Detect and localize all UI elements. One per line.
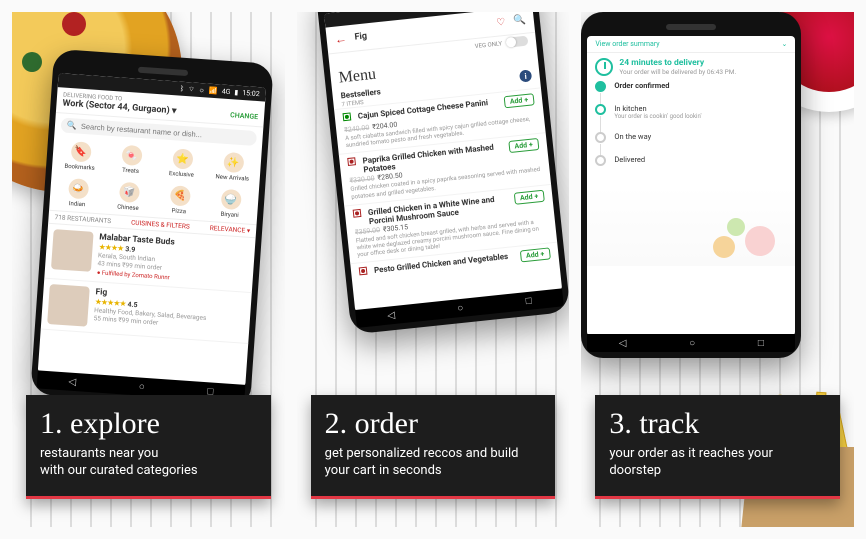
caption-card: 3. track your order as it reaches your d… xyxy=(595,395,840,499)
step-label: Order confirmed xyxy=(614,81,669,90)
biryani-icon: 🍚 xyxy=(220,189,241,210)
exclusive-icon: ⭐ xyxy=(172,148,193,169)
nonveg-icon xyxy=(358,267,367,276)
nav-home-icon[interactable]: ○ xyxy=(689,338,695,349)
network-label: 4G xyxy=(221,88,230,97)
caption-title: 2. order xyxy=(325,407,542,441)
cat-pizza[interactable]: 🍕Pizza xyxy=(159,184,201,216)
phone-speaker xyxy=(138,67,188,76)
add-button[interactable]: Add + xyxy=(513,189,544,204)
bookmark-icon: 🔖 xyxy=(70,141,91,162)
timeline-step: On the way xyxy=(595,132,787,155)
wifi-icon: ⌔ xyxy=(188,85,195,94)
timeline-step: Order confirmed xyxy=(595,81,787,104)
nav-recent-icon[interactable]: □ xyxy=(758,338,764,349)
cat-new[interactable]: ✨New Arrivals xyxy=(212,151,254,183)
caption-card: 2. order get personalized reccos and bui… xyxy=(311,395,556,499)
pizza-icon: 🍕 xyxy=(169,185,190,206)
search-icon: 🔍 xyxy=(67,121,78,131)
timeline-node-icon xyxy=(595,155,606,166)
panel-track: View order summary ⌄ 24 minutes to deliv… xyxy=(581,12,854,527)
cat-biryani[interactable]: 🍚Biryani xyxy=(209,188,251,220)
veg-only-label: VEG ONLY xyxy=(474,40,502,50)
clock-label: 15:02 xyxy=(242,89,260,98)
signal-icon: 📶 xyxy=(209,87,218,96)
nav-back-icon[interactable]: ◁ xyxy=(386,309,395,321)
veg-only-toggle[interactable] xyxy=(505,36,528,48)
bluetooth-icon: ᛒ xyxy=(180,85,185,93)
nonveg-icon xyxy=(347,158,356,167)
phone-speaker xyxy=(666,24,716,30)
add-button[interactable]: Add + xyxy=(508,138,539,153)
caption-body: get personalized reccos and build your c… xyxy=(325,445,542,480)
eta-row: 24 minutes to delivery Your order will b… xyxy=(587,53,795,81)
timeline-step: Delivered xyxy=(595,155,787,178)
search-icon[interactable]: 🔍 xyxy=(512,14,526,26)
step-sub: Your order is cookin' good lookin' xyxy=(614,113,701,120)
android-navbar: ◁ ○ □ xyxy=(587,334,795,352)
change-address-button[interactable]: CHANGE xyxy=(230,111,258,121)
nav-home-icon[interactable]: ○ xyxy=(456,302,463,314)
eta-sub: Your order will be delivered by 06:43 PM… xyxy=(619,68,736,76)
cuisines-filters-button[interactable]: CUISINES & FILTERS xyxy=(131,219,190,231)
screen-menu: ᛒ ⌔ ☼ 📶 4G ▮ 14:59 ← Fig ♡ 🔍 VEG ONLY Me… xyxy=(324,12,562,312)
nav-back-icon[interactable]: ◁ xyxy=(619,338,627,349)
favorite-icon[interactable]: ♡ xyxy=(496,16,506,28)
phone-frame-2: ᛒ ⌔ ☼ 📶 4G ▮ 14:59 ← Fig ♡ 🔍 VEG ONLY Me… xyxy=(315,12,569,335)
back-button[interactable]: ← xyxy=(334,31,347,46)
nav-back-icon[interactable]: ◁ xyxy=(68,376,76,388)
step-label: Delivered xyxy=(614,155,645,164)
nonveg-icon xyxy=(352,209,361,218)
indian-icon: 🍛 xyxy=(67,178,88,199)
nav-recent-icon[interactable]: □ xyxy=(525,295,532,307)
cat-exclusive[interactable]: ⭐Exclusive xyxy=(161,148,203,180)
add-button[interactable]: Add + xyxy=(519,248,550,263)
clock-icon xyxy=(595,58,613,76)
eta-main: 24 minutes to delivery xyxy=(619,58,736,68)
phone-frame-1: ᛒ ⌔ ☼ 📶 4G ▮ 15:02 DELIVERING FOOD TO Wo… xyxy=(30,49,274,410)
caption-title: 3. track xyxy=(609,407,826,441)
timeline-step: In kitchenYour order is cookin' good loo… xyxy=(595,104,787,132)
battery-icon: ▮ xyxy=(234,88,238,96)
tracking-illustration xyxy=(587,186,795,266)
panel-order: ᛒ ⌔ ☼ 📶 4G ▮ 14:59 ← Fig ♡ 🔍 VEG ONLY Me… xyxy=(297,12,570,527)
screen-tracking: View order summary ⌄ 24 minutes to deliv… xyxy=(587,36,795,336)
treats-icon: 🍬 xyxy=(121,145,142,166)
caption-card: 1. explore restaurants near you with our… xyxy=(26,395,271,499)
timeline-node-icon xyxy=(595,81,606,92)
new-icon: ✨ xyxy=(223,152,244,173)
timeline-node-icon xyxy=(595,132,606,143)
cat-treats[interactable]: 🍬Treats xyxy=(110,144,152,176)
screen-explore: ᛒ ⌔ ☼ 📶 4G ▮ 15:02 DELIVERING FOOD TO Wo… xyxy=(38,73,266,387)
restaurant-image xyxy=(51,229,94,272)
cat-bookmarks[interactable]: 🔖Bookmarks xyxy=(59,140,101,172)
caption-body: your order as it reaches your doorstep xyxy=(609,445,826,480)
chinese-icon: 🥡 xyxy=(118,182,139,203)
order-summary-link[interactable]: View order summary ⌄ xyxy=(587,36,795,53)
sun-icon: ☼ xyxy=(198,86,205,94)
cat-chinese[interactable]: 🥡Chinese xyxy=(108,181,150,213)
nav-home-icon[interactable]: ○ xyxy=(138,381,145,392)
cat-indian[interactable]: 🍛Indian xyxy=(57,177,99,209)
caption-body: restaurants near you with our curated ca… xyxy=(40,445,257,480)
panel-explore: ᛒ ⌔ ☼ 📶 4G ▮ 15:02 DELIVERING FOOD TO Wo… xyxy=(12,12,285,527)
timeline-node-icon xyxy=(595,104,606,115)
timeline: Order confirmed In kitchenYour order is c… xyxy=(587,81,795,186)
veg-icon xyxy=(342,112,351,121)
chevron-down-icon: ⌄ xyxy=(781,40,787,48)
restaurant-count: 718 RESTAURANTS xyxy=(54,213,111,225)
step-label: In kitchen xyxy=(614,104,701,113)
caption-title: 1. explore xyxy=(40,407,257,441)
relevance-sort-button[interactable]: RELEVANCE ▾ xyxy=(209,224,250,235)
step-label: On the way xyxy=(614,132,651,141)
phone-frame-3: View order summary ⌄ 24 minutes to deliv… xyxy=(581,12,801,358)
restaurant-image xyxy=(47,284,90,327)
